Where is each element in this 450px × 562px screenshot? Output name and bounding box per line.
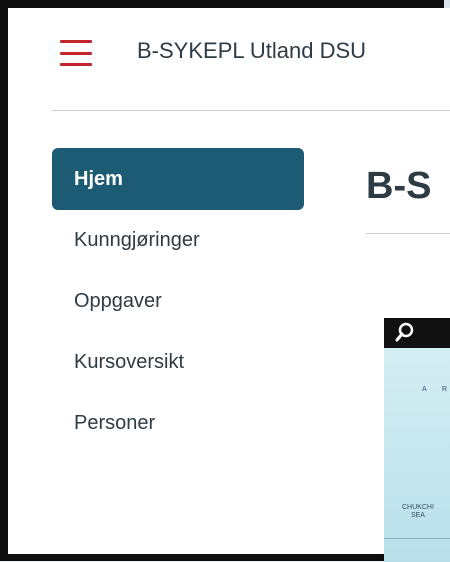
hamburger-bar <box>60 51 92 55</box>
map-label: R <box>442 386 448 393</box>
nav-item-label: Hjem <box>74 167 123 190</box>
nav-item-label: Personer <box>74 412 156 434</box>
nav-item-label: Kunngjøringer <box>74 229 200 251</box>
nav-item-syllabus[interactable]: Kursoversikt <box>52 332 304 393</box>
hamburger-bar <box>60 40 92 43</box>
course-navigation: Hjem Kunngjøringer Oppgaver Kursoversikt… <box>52 148 304 454</box>
map-gridline <box>384 538 450 539</box>
hamburger-bar <box>60 63 92 66</box>
header-divider <box>52 110 450 111</box>
page-title: B-S <box>366 165 432 207</box>
nav-item-home[interactable]: Hjem <box>52 148 304 210</box>
nav-item-announcements[interactable]: Kunngjøringer <box>52 210 304 271</box>
map-label: A <box>422 386 427 393</box>
hamburger-menu-icon[interactable] <box>60 40 92 66</box>
course-title[interactable]: B-SYKEPL Utland DSU <box>137 38 366 64</box>
content-divider <box>366 233 450 234</box>
magnifier-icon[interactable] <box>394 321 416 343</box>
nav-item-label: Oppgaver <box>74 290 162 312</box>
embedded-map[interactable]: A R CHUKCHI SEA <box>384 318 450 562</box>
nav-item-people[interactable]: Personer <box>52 393 304 454</box>
map-toolbar <box>384 318 450 348</box>
nav-item-assignments[interactable]: Oppgaver <box>52 271 304 332</box>
map-sea-label: CHUKCHI SEA <box>402 504 434 519</box>
nav-item-label: Kursoversikt <box>74 351 185 373</box>
